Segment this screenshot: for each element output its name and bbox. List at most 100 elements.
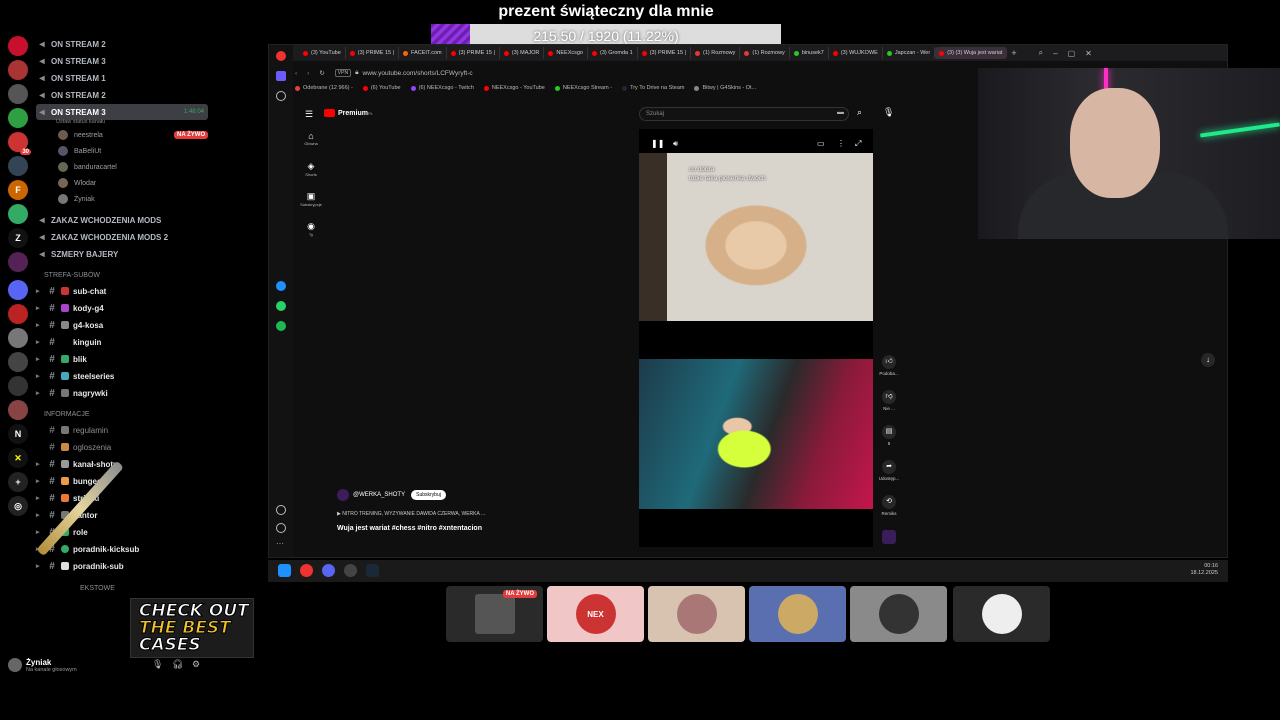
comments-button[interactable]: ▤ 8 [877, 425, 901, 446]
voice-user[interactable]: Żyniak [58, 192, 95, 206]
text-channel[interactable]: ▸ # nagrywki [36, 385, 108, 401]
messenger-icon[interactable] [276, 281, 286, 291]
channel-name[interactable]: @WERKA_SHOTY Subskrybuj [337, 489, 446, 501]
remix-button[interactable]: ⟲ Remiks [877, 495, 901, 516]
channel-status[interactable]: Ustaw status kanału [56, 119, 105, 125]
browser-tab[interactable]: binusek7 [790, 47, 829, 59]
share-button[interactable]: ➦ Udostęp... [877, 460, 901, 481]
browser-tab[interactable]: Japczan - Wer [883, 47, 936, 59]
text-channel[interactable]: # ogloszenia [36, 439, 111, 455]
text-channel[interactable]: ▸ # sub-chat [36, 283, 106, 299]
text-channel[interactable]: # regulamin [36, 422, 108, 438]
windows-start-icon[interactable] [278, 564, 291, 577]
mic-icon[interactable]: 🎙︎ [883, 107, 894, 118]
nav-shorts[interactable]: ◈ Shorts [299, 161, 323, 177]
search-tabs-icon[interactable]: ⌕ [1039, 48, 1043, 58]
browser-tab[interactable]: (1) Rozmowy [740, 47, 790, 59]
fullscreen-icon[interactable]: ⤢ [855, 139, 861, 149]
pause-icon[interactable]: ❚❚ [651, 139, 664, 148]
discord-taskbar-icon[interactable] [322, 564, 335, 577]
avatar[interactable] [8, 658, 22, 672]
nav-subscriptions[interactable]: ▣ Subskrypcje [299, 191, 323, 207]
server-icon[interactable]: F [8, 180, 28, 200]
back-icon[interactable]: ‹ [295, 70, 297, 77]
text-channel[interactable]: ▸ # kinguin [36, 334, 101, 350]
text-channel[interactable]: ▸ # poradnik-sub [36, 558, 124, 574]
voice-tile[interactable] [850, 586, 947, 642]
promo-banner[interactable]: CHECK OUT THE BEST CASES [130, 598, 254, 658]
category-header[interactable]: EKSTOWE [80, 585, 115, 592]
browser-tab[interactable]: (3) WUJKOWE [829, 47, 883, 59]
more-icon[interactable]: ··· [276, 540, 286, 551]
bookmark[interactable]: (6) YouTube [362, 85, 401, 91]
browser-tab[interactable]: (3) PRIME 15 | [346, 47, 400, 59]
forward-icon[interactable]: › [307, 70, 309, 77]
browser-tab[interactable]: (3) YouTube [299, 47, 346, 59]
voice-tile[interactable] [749, 586, 846, 642]
voice-user[interactable]: neestrela [58, 128, 103, 142]
voice-channel[interactable]: ◂ ON STREAM 2 [36, 87, 105, 103]
browser-tab-active[interactable]: (3) (3) Wuja jest wariat [935, 47, 1008, 59]
bookmark[interactable]: NEEXcsgo - YouTube [483, 85, 545, 91]
browser-tab[interactable]: (3) MAJOR [500, 47, 545, 59]
nav-home[interactable]: ⌂ Główna [299, 131, 323, 146]
subscribe-button[interactable]: Subskrybuj [411, 490, 446, 500]
close-icon[interactable]: ✕ [1085, 49, 1092, 58]
vpn-badge[interactable]: VPN [334, 69, 352, 77]
server-icon[interactable] [8, 156, 28, 176]
category-header[interactable]: STREFA-SUBÓW [44, 272, 100, 279]
headphones-icon[interactable]: 🎧︎ [172, 659, 183, 670]
spotify-icon[interactable] [276, 321, 286, 331]
voice-channel[interactable]: ◂ ZAKAZ WCHODZENIA MODS 2 [36, 229, 168, 245]
history-icon[interactable] [276, 523, 286, 533]
dislike-button[interactable]: 👎︎ Nie ... [877, 390, 901, 411]
mic-icon[interactable]: 🎙︎ [152, 659, 163, 670]
browser-tab[interactable]: (1) Rozmowy [691, 47, 741, 59]
system-tray[interactable]: 00:16 18.12.2025 [1190, 563, 1218, 577]
server-icon[interactable] [8, 280, 28, 300]
steam-taskbar-icon[interactable] [366, 564, 379, 577]
bookmark[interactable]: Odebrane (12 966) - [295, 85, 353, 91]
server-icon[interactable] [8, 60, 28, 80]
channel-thumb[interactable] [877, 530, 901, 546]
voice-channel[interactable]: ◂ ON STREAM 2 [36, 36, 105, 52]
server-icon[interactable]: Z [8, 228, 28, 248]
voice-tile[interactable]: NA ŻYWO [446, 586, 543, 642]
text-channel[interactable]: ▸ # kanał-shoty [36, 456, 117, 472]
bookmark[interactable]: Try To Drive na Steam [622, 85, 684, 91]
text-channel[interactable]: ▸ # kody-g4 [36, 300, 104, 316]
short-video-player[interactable]: co dobra tobie taka piosenka dwóch ❚❚ 🔊︎ … [639, 129, 873, 547]
server-icon[interactable] [8, 328, 28, 348]
search-input[interactable]: Szukaj [639, 107, 849, 121]
short-description[interactable]: ▶ NITRO TRENING, WYZYWANIE DAWIDA CZERWA… [337, 511, 485, 517]
opera-icon[interactable] [276, 51, 286, 61]
minimize-icon[interactable]: – [1053, 49, 1057, 58]
text-channel[interactable]: ▸ # steelseries [36, 368, 114, 384]
add-server-icon[interactable]: + [8, 472, 28, 492]
voice-user[interactable]: banduracartel [58, 160, 117, 174]
server-icon[interactable]: 30 [8, 132, 31, 155]
voice-tile[interactable]: NEX [547, 586, 644, 642]
browser-tab[interactable]: (3) PRIME 15 | [638, 47, 691, 59]
server-icon[interactable] [8, 252, 28, 272]
heart-icon[interactable] [276, 505, 286, 515]
voice-channel-active[interactable]: ◂ ON STREAM 3 1:48:04 [36, 104, 208, 120]
next-short-button[interactable]: ↓ [1201, 353, 1215, 367]
menu-icon[interactable]: ☰ [305, 109, 313, 120]
server-icon[interactable] [8, 304, 28, 324]
server-icon[interactable]: N [8, 424, 28, 444]
volume-icon[interactable]: 🔊︎ [673, 139, 678, 149]
keyboard-icon[interactable]: ▬ [837, 109, 844, 116]
category-header[interactable]: INFORMACJE [44, 411, 90, 418]
voice-channel[interactable]: ◂ SZMERY BAJERY [36, 246, 118, 262]
nav-you[interactable]: ◉ Ty [299, 221, 323, 237]
browser-tab[interactable]: (3) Gromda 1 [588, 47, 638, 59]
bookmark[interactable]: Bitwy | G4Skins - Ot... [694, 85, 756, 91]
voice-channel[interactable]: ◂ ON STREAM 1 [36, 70, 105, 86]
voice-channel[interactable]: ◂ ZAKAZ WCHODZENIA MODS [36, 212, 161, 228]
more-options-icon[interactable]: ⋮ [837, 139, 845, 148]
server-icon[interactable] [8, 376, 28, 396]
server-icon[interactable] [8, 36, 28, 56]
voice-user[interactable]: Wlodar [58, 176, 96, 190]
youtube-logo[interactable]: Premium PL [324, 109, 373, 117]
